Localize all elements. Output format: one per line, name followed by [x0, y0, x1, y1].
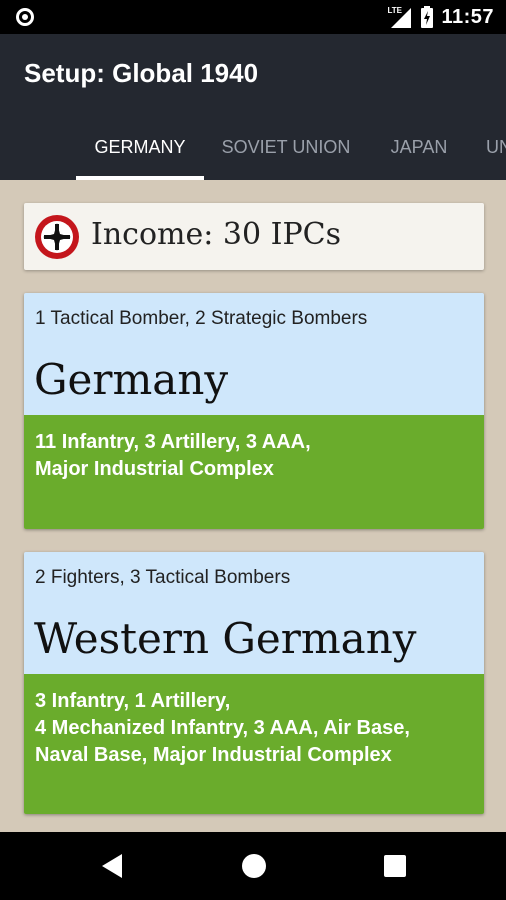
content-area[interactable]: Income: 30 IPCs 1 Tactical Bomber, 2 Str…	[0, 180, 506, 832]
germany-flag-icon	[35, 215, 79, 259]
app-bar: Setup: Global 1940 GERMANY SOVIET UNION …	[0, 34, 506, 180]
air-units-section: 2 Fighters, 3 Tactical Bombers Western G…	[24, 552, 484, 674]
income-card: Income: 30 IPCs	[24, 203, 484, 270]
territory-card-western-germany[interactable]: 2 Fighters, 3 Tactical Bombers Western G…	[24, 552, 484, 814]
ground-units-line: Naval Base, Major Industrial Complex	[35, 744, 392, 766]
air-units-text: 1 Tactical Bomber, 2 Strategic Bombers	[35, 308, 368, 329]
ground-units-section: 3 Infantry, 1 Artillery, 4 Mechanized In…	[24, 674, 484, 814]
ground-units-line: 11 Infantry, 3 Artillery, 3 AAA,	[35, 431, 311, 453]
status-indicators: LTE 11:57	[387, 5, 494, 29]
recent-apps-icon[interactable]	[384, 855, 406, 877]
clock: 11:57	[441, 5, 494, 28]
tab-japan[interactable]: JAPAN	[376, 132, 462, 180]
battery-icon	[421, 6, 434, 28]
territory-name: Western Germany	[34, 614, 417, 663]
home-icon[interactable]	[242, 854, 266, 878]
ground-units-text: 3 Infantry, 1 Artillery, 4 Mechanized In…	[35, 688, 410, 769]
ground-units-line: 3 Infantry, 1 Artillery,	[35, 690, 231, 712]
ground-units-section: 11 Infantry, 3 Artillery, 3 AAA, Major I…	[24, 415, 484, 529]
territory-name: Germany	[34, 355, 229, 404]
tab-soviet-union[interactable]: SOVIET UNION	[206, 132, 366, 180]
notification-icon	[16, 8, 34, 26]
income-label: Income: 30 IPCs	[91, 217, 341, 252]
ground-units-text: 11 Infantry, 3 Artillery, 3 AAA, Major I…	[35, 429, 311, 483]
tab-united-states[interactable]: UNITED STATES	[486, 132, 506, 180]
air-units-text: 2 Fighters, 3 Tactical Bombers	[35, 567, 291, 588]
page-title: Setup: Global 1940	[24, 58, 259, 88]
navigation-bar	[0, 832, 506, 900]
air-units-section: 1 Tactical Bomber, 2 Strategic Bombers G…	[24, 293, 484, 415]
ground-units-line: 4 Mechanized Infantry, 3 AAA, Air Base,	[35, 717, 410, 739]
tab-bar: GERMANY SOVIET UNION JAPAN UNITED STATES	[0, 132, 506, 180]
territory-card-germany[interactable]: 1 Tactical Bomber, 2 Strategic Bombers G…	[24, 293, 484, 529]
tab-germany[interactable]: GERMANY	[76, 132, 204, 180]
ground-units-line: Major Industrial Complex	[35, 458, 274, 480]
signal-icon: LTE	[387, 6, 413, 28]
back-icon[interactable]	[102, 854, 124, 878]
status-bar: LTE 11:57	[0, 0, 506, 34]
